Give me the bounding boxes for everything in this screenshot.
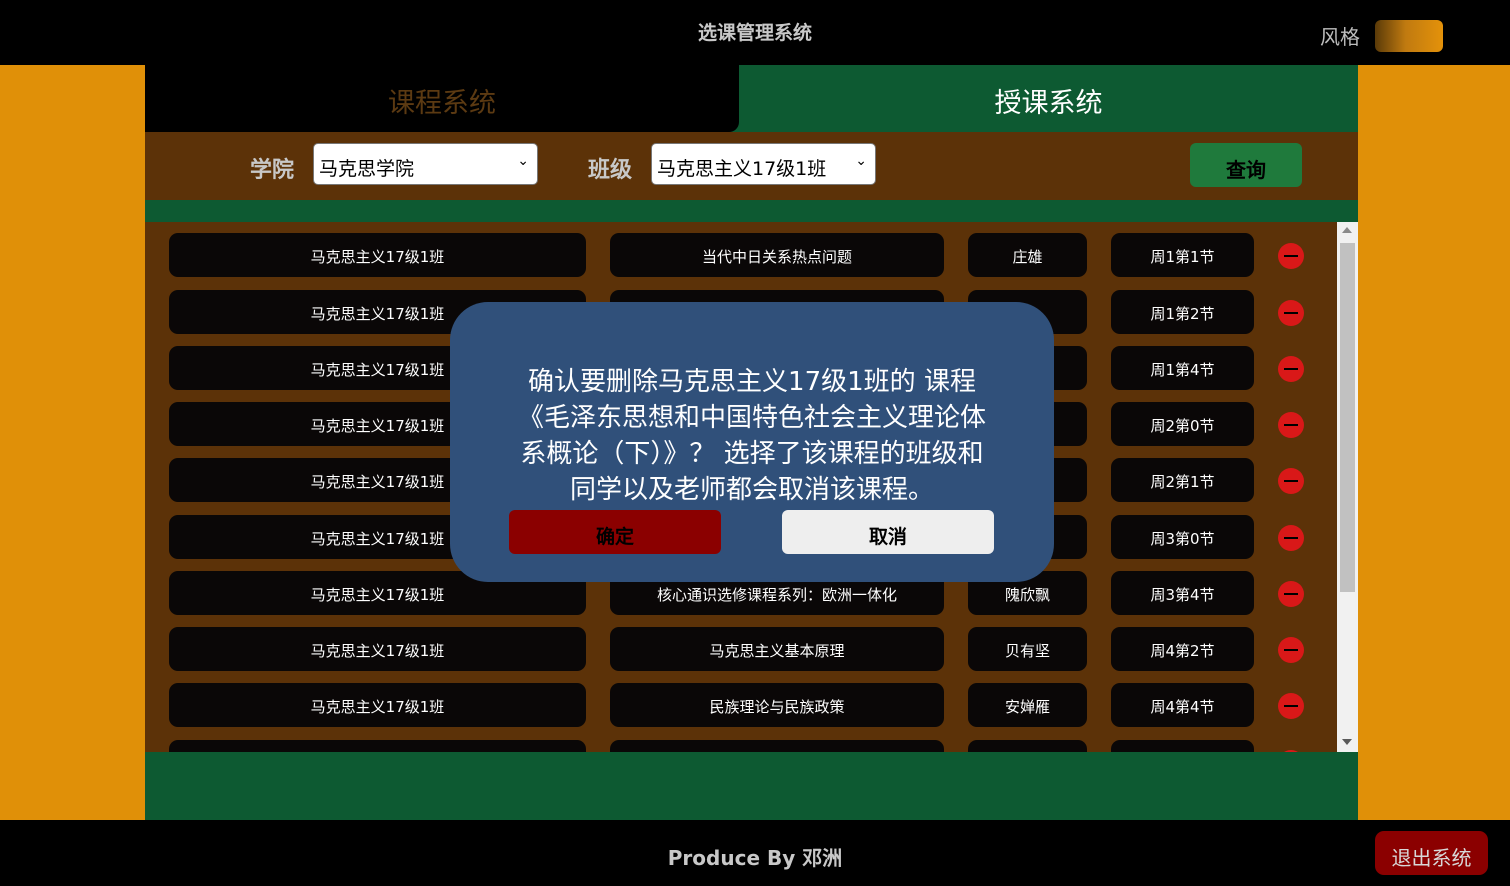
list-scrollbar[interactable] <box>1337 222 1358 752</box>
time-cell: 周1第2节 <box>1111 290 1254 334</box>
class-label: 班级 <box>588 158 633 183</box>
delete-icon[interactable] <box>1278 412 1304 438</box>
footer-credit: Produce By 邓洲 <box>667 846 843 870</box>
delete-icon[interactable] <box>1278 637 1304 663</box>
course-cell: 马克思主义基本原理 <box>610 627 944 671</box>
course-cell <box>610 740 944 752</box>
time-cell: 周2第0节 <box>1111 402 1254 446</box>
course-cell: 当代中日关系热点问题 <box>610 233 944 277</box>
class-select-value: 马克思主义17级1班 <box>657 158 827 180</box>
chevron-down-icon: ⌄ <box>517 153 529 169</box>
tab-course-system[interactable]: 课程系统 <box>145 65 739 132</box>
teacher-cell <box>968 740 1087 752</box>
time-cell: 周1第4节 <box>1111 346 1254 390</box>
class-cell: 马克思主义17级1班 <box>169 683 586 727</box>
tab-course-system-label: 课程系统 <box>388 88 496 119</box>
cancel-button-label: 取消 <box>868 526 907 548</box>
confirm-button-label: 确定 <box>595 526 634 548</box>
college-select-value: 马克思学院 <box>319 158 415 180</box>
delete-icon[interactable] <box>1278 581 1304 607</box>
class-cell: 马克思主义17级1班 <box>169 233 586 277</box>
delete-icon[interactable] <box>1278 693 1304 719</box>
delete-icon[interactable] <box>1278 300 1304 326</box>
filter-bar: 学院 马克思学院 ⌄ 班级 马克思主义17级1班 ⌄ 查询 <box>145 132 1358 200</box>
delete-confirm-dialog: 确认要删除马克思主义17级1班的 课程《毛泽东思想和中国特色社会主义理论体系概论… <box>450 302 1054 582</box>
college-select[interactable]: 马克思学院 ⌄ <box>313 143 538 185</box>
delete-icon[interactable] <box>1278 243 1304 269</box>
table-row: 马克思主义17级1班 当代中日关系热点问题 庄雄 周1第1节 <box>145 233 1335 277</box>
delete-icon[interactable] <box>1278 468 1304 494</box>
class-cell <box>169 740 586 752</box>
delete-icon[interactable] <box>1278 750 1304 752</box>
cancel-button[interactable]: 取消 <box>782 510 994 554</box>
table-row <box>145 740 1335 752</box>
query-button-label: 查询 <box>1226 158 1266 182</box>
dialog-message: 确认要删除马克思主义17级1班的 课程《毛泽东思想和中国特色社会主义理论体系概论… <box>517 367 986 505</box>
teacher-cell: 贝有坚 <box>968 627 1087 671</box>
table-row: 马克思主义17级1班 马克思主义基本原理 贝有坚 周4第2节 <box>145 627 1335 671</box>
tab-teaching-system[interactable]: 授课系统 <box>739 65 1358 132</box>
table-row: 马克思主义17级1班 民族理论与民族政策 安婵雁 周4第4节 <box>145 683 1335 727</box>
logout-button-label: 退出系统 <box>1391 846 1472 870</box>
logout-button[interactable]: 退出系统 <box>1375 831 1488 875</box>
college-label: 学院 <box>250 158 295 183</box>
course-cell: 民族理论与民族政策 <box>610 683 944 727</box>
scroll-down-arrow-icon[interactable] <box>1342 739 1352 745</box>
scrollbar-thumb[interactable] <box>1340 243 1355 592</box>
time-cell: 周3第0节 <box>1111 515 1254 559</box>
class-cell: 马克思主义17级1班 <box>169 627 586 671</box>
right-side-panel <box>1358 65 1510 820</box>
confirm-button[interactable]: 确定 <box>509 510 721 554</box>
style-toggle[interactable] <box>1375 20 1443 52</box>
time-cell: 周4第2节 <box>1111 627 1254 671</box>
app-title: 选课管理系统 <box>697 22 812 44</box>
time-cell: 周3第4节 <box>1111 571 1254 615</box>
chevron-down-icon: ⌄ <box>855 153 867 169</box>
time-cell: 周1第1节 <box>1111 233 1254 277</box>
footer: Produce By 邓洲 退出系统 <box>0 820 1510 886</box>
time-cell <box>1111 740 1254 752</box>
delete-icon[interactable] <box>1278 525 1304 551</box>
teacher-cell: 庄雄 <box>968 233 1087 277</box>
query-button[interactable]: 查询 <box>1190 143 1302 187</box>
tab-teaching-system-label: 授课系统 <box>994 88 1103 119</box>
scroll-up-arrow-icon[interactable] <box>1342 227 1352 233</box>
time-cell: 周4第4节 <box>1111 683 1254 727</box>
delete-icon[interactable] <box>1278 356 1304 382</box>
teacher-cell: 安婵雁 <box>968 683 1087 727</box>
left-side-panel <box>0 65 145 820</box>
style-label: 风格 <box>1320 25 1360 49</box>
time-cell: 周2第1节 <box>1111 458 1254 502</box>
class-select[interactable]: 马克思主义17级1班 ⌄ <box>651 143 876 185</box>
top-bar: 选课管理系统 风格 <box>0 0 1510 65</box>
